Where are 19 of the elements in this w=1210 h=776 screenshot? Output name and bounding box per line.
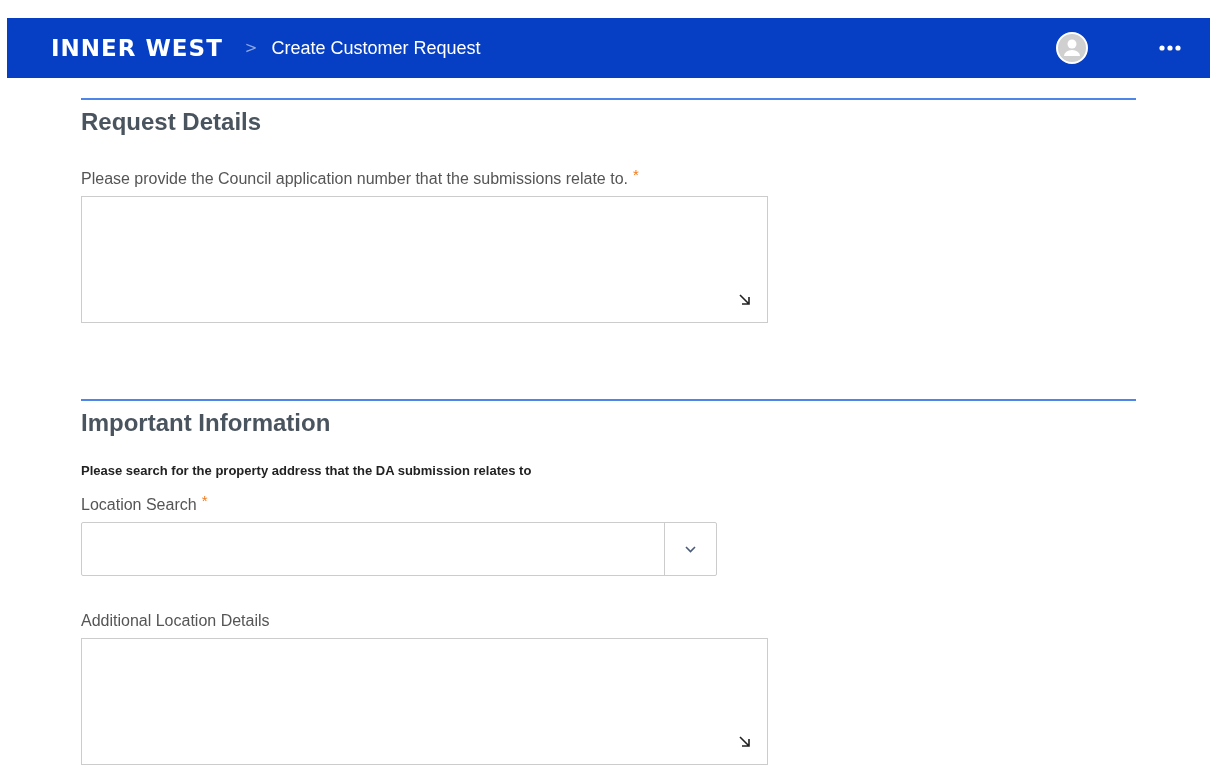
section-title: Important Information [81, 409, 332, 437]
section-note: Please search for the property address that the DA submission relates to [81, 463, 533, 478]
required-mark: * [633, 166, 639, 183]
avatar-icon[interactable] [1056, 32, 1088, 64]
resize-handle-icon [739, 294, 750, 305]
location-select[interactable] [81, 522, 717, 576]
resize-handle-icon [739, 736, 750, 747]
more-icon[interactable] [1158, 44, 1182, 52]
breadcrumb-separator: > [244, 39, 258, 57]
logo[interactable]: INNER WEST [51, 35, 223, 61]
breadcrumb: Create Customer Request [271, 37, 482, 59]
text-area[interactable] [81, 196, 768, 323]
section-title: Request Details [81, 108, 263, 136]
field-label: Please provide the Council application number that the submissions relate to. [81, 170, 628, 188]
field-label: Location Search [81, 496, 197, 514]
required-mark: * [201, 492, 208, 509]
field-label: Additional Location Details [81, 612, 270, 630]
text-area[interactable] [81, 638, 768, 765]
chevron-down-icon [685, 545, 696, 553]
